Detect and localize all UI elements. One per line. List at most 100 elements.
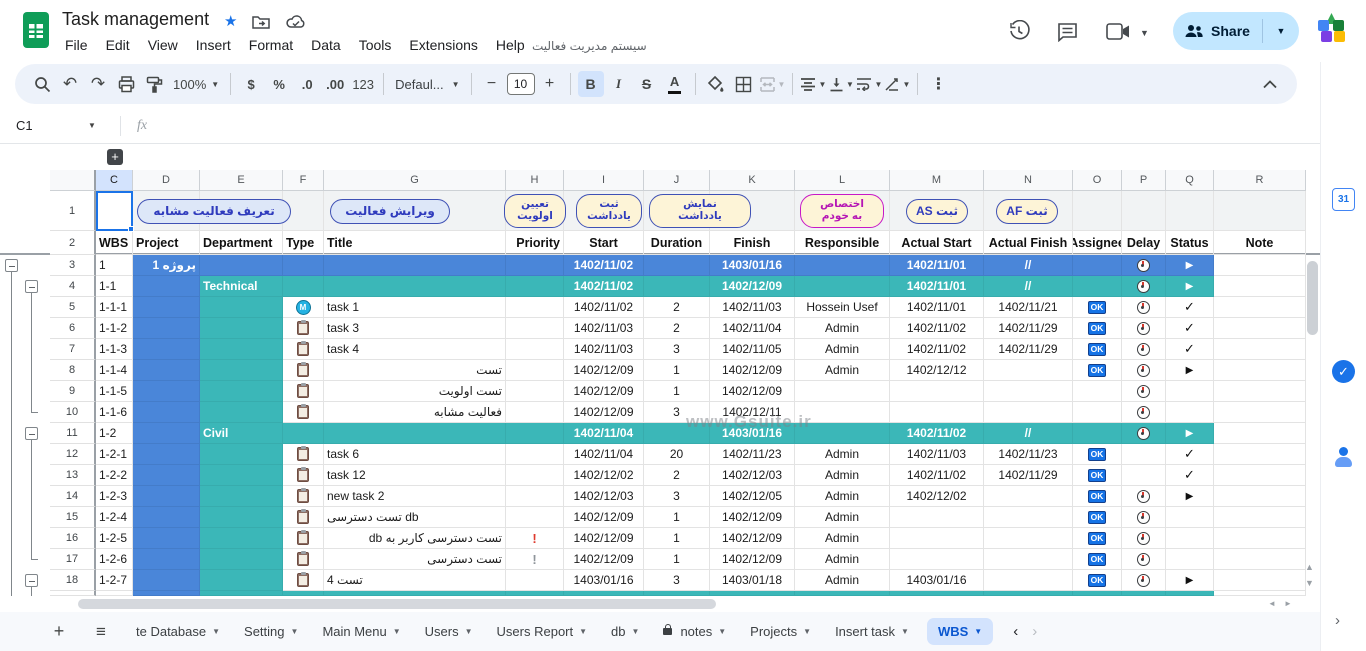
- cell-C8[interactable]: 1-1-4: [96, 360, 133, 381]
- cell-J3[interactable]: [644, 255, 710, 276]
- borders-icon[interactable]: [731, 71, 757, 97]
- cell-L17[interactable]: Admin: [795, 549, 890, 570]
- row-header-6[interactable]: 6: [50, 318, 96, 339]
- cell-O12[interactable]: OK: [1073, 444, 1122, 465]
- name-box[interactable]: C1: [16, 118, 88, 133]
- cell-K8[interactable]: 1402/12/09: [710, 360, 795, 381]
- cell-D3[interactable]: پروژه 1: [133, 255, 200, 276]
- cell-L5[interactable]: Hossein Usef: [795, 297, 890, 318]
- cell-H11[interactable]: [506, 423, 564, 444]
- cell-F4[interactable]: [283, 276, 324, 297]
- cell-O18[interactable]: OK: [1073, 570, 1122, 591]
- tasks-icon[interactable]: ✓: [1332, 360, 1355, 383]
- cell-G18[interactable]: تست 4: [324, 570, 506, 591]
- tab-main-menu[interactable]: Main Menu▼: [310, 612, 412, 651]
- text-wrap-icon[interactable]: ▼: [856, 71, 882, 97]
- cell-F10[interactable]: [283, 402, 324, 423]
- cell-M3[interactable]: 1402/11/01: [890, 255, 984, 276]
- column-header-K[interactable]: K: [710, 170, 795, 191]
- cell-Q5[interactable]: ✓: [1166, 297, 1214, 318]
- cell-P4[interactable]: [1122, 276, 1166, 297]
- action-button[interactable]: تعییناولویت: [504, 194, 566, 228]
- cell-R17[interactable]: [1214, 549, 1306, 570]
- cell-L14[interactable]: Admin: [795, 486, 890, 507]
- cell-G6[interactable]: task 3: [324, 318, 506, 339]
- cell-F7[interactable]: [283, 339, 324, 360]
- action-button[interactable]: ویرایش فعالیت: [330, 199, 450, 224]
- cell-P17[interactable]: [1122, 549, 1166, 570]
- cell-N8[interactable]: [984, 360, 1073, 381]
- cell-Q4[interactable]: ▶: [1166, 276, 1214, 297]
- cell-N7[interactable]: 1402/11/29: [984, 339, 1073, 360]
- cell-E16[interactable]: [200, 528, 283, 549]
- menu-help[interactable]: Help: [487, 35, 534, 55]
- column-header-R[interactable]: R: [1214, 170, 1306, 191]
- cell-D9[interactable]: [133, 381, 200, 402]
- cell-P8[interactable]: [1122, 360, 1166, 381]
- cell-I18[interactable]: 1403/01/16: [564, 570, 644, 591]
- increase-font-size-button[interactable]: +: [537, 71, 563, 97]
- cell-O16[interactable]: OK: [1073, 528, 1122, 549]
- cloud-status-icon[interactable]: [286, 14, 306, 30]
- field-header-note[interactable]: Note: [1214, 231, 1306, 255]
- cell-J4[interactable]: [644, 276, 710, 297]
- cell-M6[interactable]: 1402/11/02: [890, 318, 984, 339]
- tab-users[interactable]: Users▼: [413, 612, 485, 651]
- cell-P9[interactable]: [1122, 381, 1166, 402]
- decrease-decimal-button[interactable]: .0: [294, 71, 320, 97]
- tab-users-report[interactable]: Users Report▼: [485, 612, 600, 651]
- cell-D7[interactable]: [133, 339, 200, 360]
- cell-R8[interactable]: [1214, 360, 1306, 381]
- cell-H6[interactable]: [506, 318, 564, 339]
- cell-I14[interactable]: 1402/12/03: [564, 486, 644, 507]
- cell-P10[interactable]: [1122, 402, 1166, 423]
- cell-G5[interactable]: task 1: [324, 297, 506, 318]
- cell-C5[interactable]: 1-1-1: [96, 297, 133, 318]
- cell-O14[interactable]: OK: [1073, 486, 1122, 507]
- scroll-left-arrow[interactable]: ◄: [1268, 599, 1276, 608]
- search-icon[interactable]: [29, 71, 55, 97]
- cell-K9[interactable]: 1402/12/09: [710, 381, 795, 402]
- cell-O13[interactable]: OK: [1073, 465, 1122, 486]
- action-button[interactable]: اختصاصبه خودم: [800, 194, 884, 228]
- cell-L9[interactable]: [795, 381, 890, 402]
- collapse-toolbar-icon[interactable]: [1257, 71, 1283, 97]
- cell-F8[interactable]: [283, 360, 324, 381]
- cell-I10[interactable]: 1402/12/09: [564, 402, 644, 423]
- cell-G8[interactable]: تست: [324, 360, 506, 381]
- cell-L15[interactable]: Admin: [795, 507, 890, 528]
- cell-G3[interactable]: [324, 255, 506, 276]
- column-header-H[interactable]: H: [506, 170, 564, 191]
- cell-M18[interactable]: 1403/01/16: [890, 570, 984, 591]
- cell-I16[interactable]: 1402/12/09: [564, 528, 644, 549]
- cell-E9[interactable]: [200, 381, 283, 402]
- field-header-finish[interactable]: Finish: [710, 231, 795, 255]
- cell-C13[interactable]: 1-2-2: [96, 465, 133, 486]
- cell-Q7[interactable]: ✓: [1166, 339, 1214, 360]
- row-header-8[interactable]: 8: [50, 360, 96, 381]
- column-header-D[interactable]: D: [133, 170, 200, 191]
- cell-L3[interactable]: [795, 255, 890, 276]
- cell-P15[interactable]: [1122, 507, 1166, 528]
- action-button[interactable]: نمایشیادداشت: [649, 194, 751, 228]
- cell-O1[interactable]: [1073, 191, 1122, 231]
- cell-L13[interactable]: Admin: [795, 465, 890, 486]
- field-header-responsible[interactable]: Responsible: [795, 231, 890, 255]
- cell-D6[interactable]: [133, 318, 200, 339]
- cell-N15[interactable]: [984, 507, 1073, 528]
- cell-E15[interactable]: [200, 507, 283, 528]
- cell-E17[interactable]: [200, 549, 283, 570]
- tab-projects[interactable]: Projects▼: [738, 612, 823, 651]
- cell-J18[interactable]: 3: [644, 570, 710, 591]
- column-header-G[interactable]: G: [324, 170, 506, 191]
- cell-I6[interactable]: 1402/11/03: [564, 318, 644, 339]
- cell-H4[interactable]: [506, 276, 564, 297]
- cell-E12[interactable]: [200, 444, 283, 465]
- format-percent-button[interactable]: %: [266, 71, 292, 97]
- row-header-3[interactable]: 3: [50, 255, 96, 276]
- cell-J9[interactable]: 1: [644, 381, 710, 402]
- cell-H13[interactable]: [506, 465, 564, 486]
- cell-E7[interactable]: [200, 339, 283, 360]
- cell-Q9[interactable]: [1166, 381, 1214, 402]
- cell-I8[interactable]: 1402/12/09: [564, 360, 644, 381]
